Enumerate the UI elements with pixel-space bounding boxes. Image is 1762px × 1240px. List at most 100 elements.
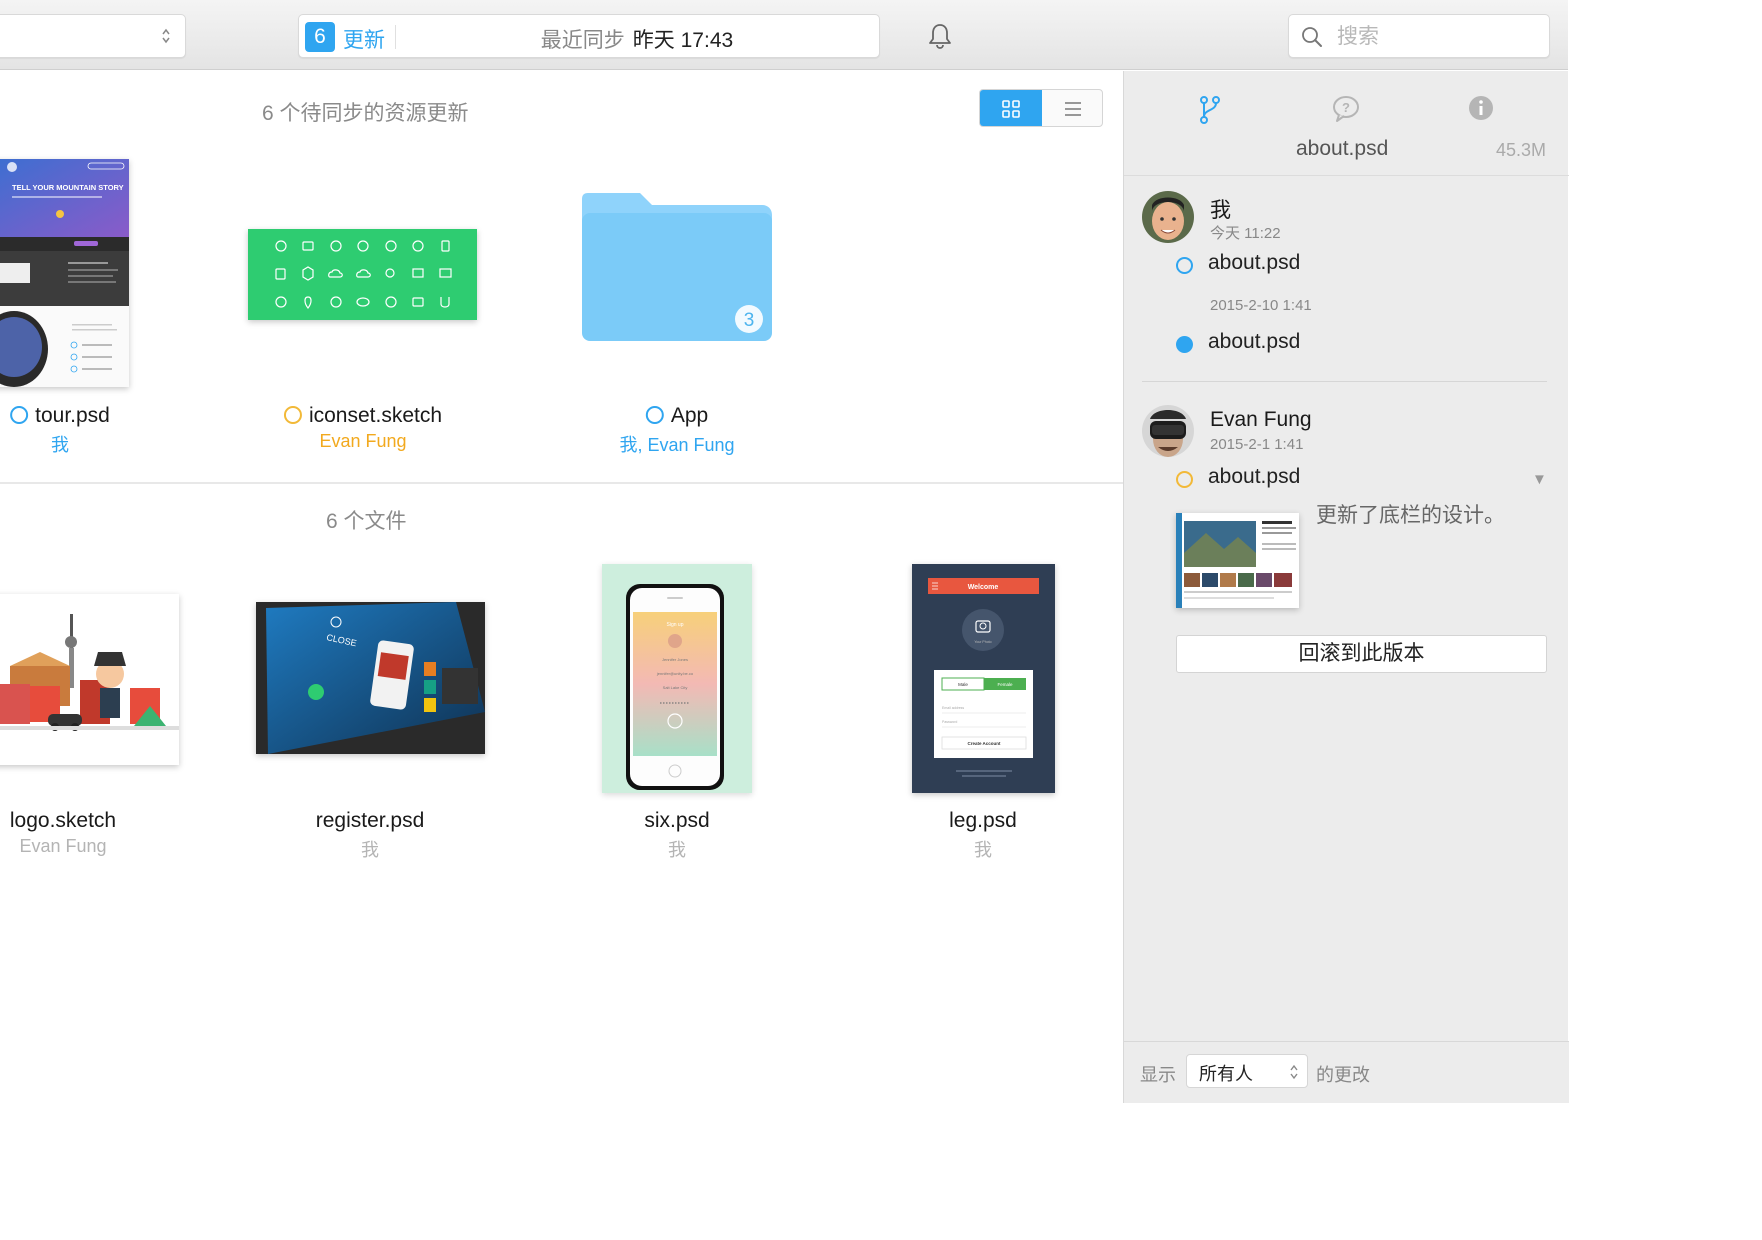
comment-icon[interactable]: ? — [1332, 95, 1360, 123]
leg-preview-image: Welcome Your Photo Male Female Email add… — [928, 578, 1039, 777]
app-folder[interactable]: 3 — [582, 189, 772, 345]
tour-psd-thumbnail[interactable]: TELL YOUR MOUNTAIN STORY — [0, 159, 129, 387]
leg-female-text: Female — [997, 682, 1013, 687]
leg-psd-name[interactable]: leg.psd — [949, 809, 1017, 833]
branch-icon[interactable] — [1198, 95, 1222, 125]
leg-photo-text: Your Photo — [974, 640, 991, 644]
selected-file-name: about.psd — [1296, 137, 1389, 160]
logo-sketch-thumbnail[interactable] — [0, 594, 179, 765]
tour-psd-name[interactable]: tour.psd — [10, 404, 110, 428]
six-name-text: Jennifer Jones — [662, 657, 688, 662]
version-status-icon — [1176, 257, 1193, 274]
iconset-sketch-thumbnail[interactable] — [248, 229, 477, 320]
footer-changes-label: 的更改 — [1316, 1065, 1370, 1085]
leg-password-text: Password — [942, 720, 957, 724]
six-preview-image: Sign up Jennifer Jones jennifer@unity.be… — [626, 584, 724, 790]
register-psd-thumbnail[interactable]: CLOSE — [256, 602, 485, 754]
toolbar: 6 更新 最近同步 昨天 17:43 — [0, 0, 1568, 70]
update-count-badge[interactable]: 6 — [305, 22, 335, 52]
register-psd-name[interactable]: register.psd — [316, 809, 425, 833]
section-divider — [0, 482, 1123, 484]
avatar — [1142, 191, 1194, 243]
pending-status-icon — [10, 406, 29, 424]
list-icon — [1065, 102, 1081, 116]
rollback-button[interactable]: 回滚到此版本 — [1176, 635, 1547, 673]
tour-psd-owner: 我 — [51, 435, 69, 455]
iconset-preview-image — [275, 240, 452, 309]
six-signup-text: Sign up — [667, 622, 684, 628]
view-toggle — [979, 89, 1103, 127]
leg-create-text: Create Account — [967, 741, 1001, 746]
expand-arrow-icon[interactable]: ▼ — [1532, 471, 1547, 488]
search-box[interactable] — [1288, 14, 1550, 58]
author-filter-select[interactable]: 所有人 — [1186, 1054, 1308, 1088]
six-psd-thumbnail[interactable]: Sign up Jennifer Jones jennifer@unity.be… — [602, 564, 752, 793]
author-filter-value: 所有人 — [1199, 1064, 1253, 1084]
version-time: 2015-2-10 1:41 — [1210, 297, 1312, 314]
main-content: 6 个待同步的资源更新 TELL YOUR MOUNTAIN STORY tou… — [0, 71, 1123, 1103]
version-file[interactable]: about.psd — [1208, 251, 1300, 275]
version-time: 2015-2-1 1:41 — [1210, 436, 1304, 453]
version-author: 我 — [1210, 199, 1231, 222]
sidebar-header-divider — [1124, 175, 1569, 176]
version-time: 今天 11:22 — [1210, 225, 1281, 242]
app-folder-name[interactable]: App — [645, 404, 709, 428]
selected-file-size: 45.3M — [1495, 140, 1546, 160]
pending-section-title: 6 个待同步的资源更新 — [262, 102, 469, 125]
version-file[interactable]: about.psd — [1208, 330, 1300, 354]
iconset-sketch-name[interactable]: iconset.sketch — [283, 404, 443, 428]
iconset-sketch-label: iconset.sketch — [308, 404, 443, 427]
search-icon — [1302, 27, 1322, 47]
avatar-me-image — [1142, 191, 1194, 243]
iconset-sketch-owner: Evan Fung — [319, 431, 407, 451]
six-psd-name[interactable]: six.psd — [644, 809, 709, 833]
tour-headline: TELL YOUR MOUNTAIN STORY — [12, 183, 124, 192]
folder-count-badge: 3 — [744, 310, 755, 331]
pending-status-icon — [283, 406, 302, 424]
folder-icon: 3 — [582, 193, 772, 341]
six-city-text: Salt Lake City — [663, 685, 688, 690]
version-author: Evan Fung — [1210, 408, 1312, 431]
sync-status-bar[interactable]: 6 更新 最近同步 昨天 17:43 — [298, 14, 880, 58]
history-sidebar: ? about.psd 45.3M 我 今天 11:22 about.psd 2… — [1123, 71, 1569, 1103]
project-select[interactable] — [0, 14, 186, 58]
list-view-button[interactable] — [1042, 90, 1102, 126]
logo-sketch-owner: Evan Fung — [19, 836, 107, 856]
search-input[interactable] — [1337, 21, 1537, 53]
version-divider — [1142, 381, 1547, 382]
avatar-evan-image — [1142, 405, 1194, 457]
info-icon[interactable] — [1468, 95, 1494, 121]
grid-icon — [1002, 100, 1020, 118]
six-psd-owner: 我 — [668, 840, 686, 860]
update-button[interactable]: 更新 — [343, 24, 385, 54]
select-arrows-icon — [1290, 1064, 1298, 1080]
logo-sketch-name[interactable]: logo.sketch — [10, 809, 116, 833]
select-arrows-icon — [162, 28, 170, 44]
app-folder-owner: 我, Evan Fung — [619, 435, 735, 455]
leg-psd-thumbnail[interactable]: Welcome Your Photo Male Female Email add… — [912, 564, 1055, 793]
footer-show-label: 显示 — [1140, 1065, 1176, 1085]
leg-welcome-text: Welcome — [968, 584, 999, 591]
version-comment: 更新了底栏的设计。 — [1316, 504, 1505, 527]
last-sync-time: 昨天 17:43 — [632, 29, 734, 52]
six-email-text: jennifer@unity.be.co — [656, 671, 694, 676]
app-folder-label: App — [670, 404, 709, 427]
logo-preview-image — [0, 594, 179, 765]
leg-psd-owner: 我 — [974, 840, 992, 860]
last-sync-text: 最近同步 昨天 17:43 — [395, 24, 879, 54]
pending-status-icon — [645, 406, 664, 424]
last-sync-label: 最近同步 — [540, 29, 625, 52]
avatar — [1142, 405, 1194, 457]
version-preview-thumbnail[interactable] — [1176, 513, 1299, 608]
grid-view-button[interactable] — [980, 90, 1042, 126]
version-status-icon — [1176, 336, 1193, 353]
tour-preview-image: TELL YOUR MOUNTAIN STORY — [0, 159, 129, 387]
register-psd-owner: 我 — [361, 840, 379, 860]
register-preview-image: CLOSE — [256, 602, 485, 754]
svg-text:?: ? — [1342, 100, 1350, 115]
tour-psd-label: tour.psd — [35, 404, 110, 427]
leg-email-text: Email address — [942, 706, 964, 710]
notification-bell-icon[interactable] — [928, 22, 952, 50]
files-section-title: 6 个文件 — [326, 510, 407, 533]
version-file[interactable]: about.psd — [1208, 465, 1300, 489]
